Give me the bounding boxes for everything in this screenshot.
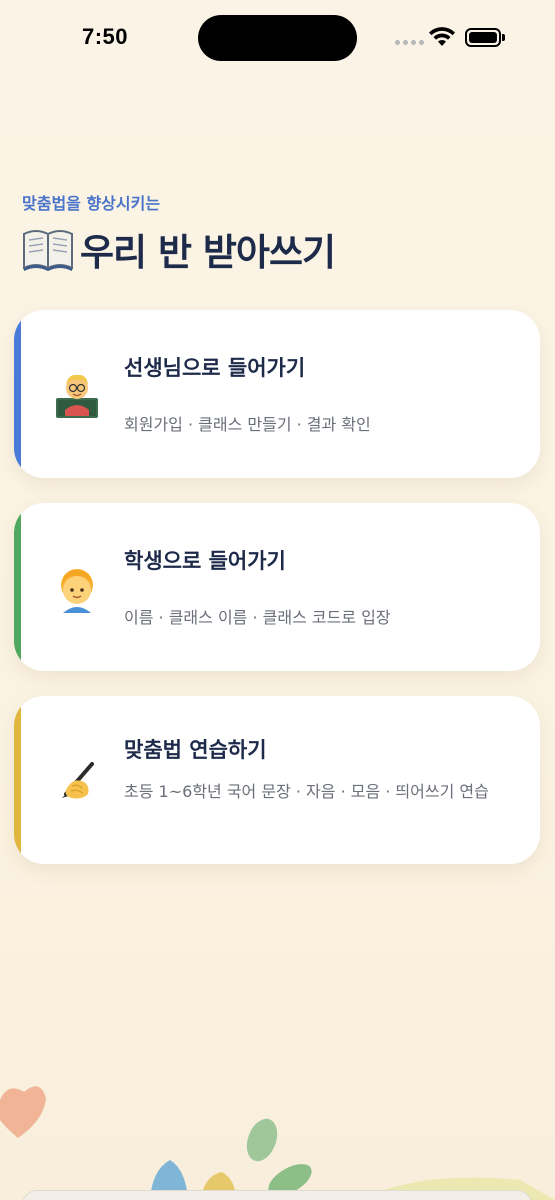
page-subtitle: 맞춤법을 향상시키는 [22, 194, 161, 213]
teacher-icon [56, 374, 98, 418]
writing-hand-icon [62, 762, 94, 799]
bottom-sheet [22, 1190, 532, 1200]
card-description: 이름 · 클래스 이름 · 클래스 코드로 입장 [124, 608, 391, 627]
page-header: 우리 반 받아쓰기 [22, 222, 336, 276]
card-title: 학생으로 들어가기 [124, 549, 286, 573]
page-title: 우리 반 받아쓰기 [80, 231, 336, 274]
student-entry-card[interactable]: 학생으로 들어가기 이름 · 클래스 이름 · 클래스 코드로 입장 [14, 503, 540, 671]
status-bar: 7:50 [0, 0, 555, 80]
wifi-icon [429, 27, 455, 46]
student-icon [61, 569, 93, 613]
decorative-illustration [0, 1086, 555, 1200]
card-description: 회원가입 · 클래스 만들기 · 결과 확인 [124, 415, 371, 434]
card-title: 선생님으로 들어가기 [124, 356, 306, 380]
card-description: 초등 1~6학년 국어 문장 · 자음 · 모음 · 띄어쓰기 연습 [124, 782, 489, 801]
practice-card[interactable]: 맞춤법 연습하기 초등 1~6학년 국어 문장 · 자음 · 모음 · 띄어쓰기… [14, 696, 540, 864]
cellular-signal-icon [395, 40, 424, 45]
book-icon [23, 230, 73, 271]
status-time: 7:50 [82, 24, 129, 49]
teacher-entry-card[interactable]: 선생님으로 들어가기 회원가입 · 클래스 만들기 · 결과 확인 [14, 310, 540, 478]
dynamic-island [198, 15, 357, 61]
battery-icon [465, 28, 501, 47]
card-title: 맞춤법 연습하기 [124, 738, 267, 762]
